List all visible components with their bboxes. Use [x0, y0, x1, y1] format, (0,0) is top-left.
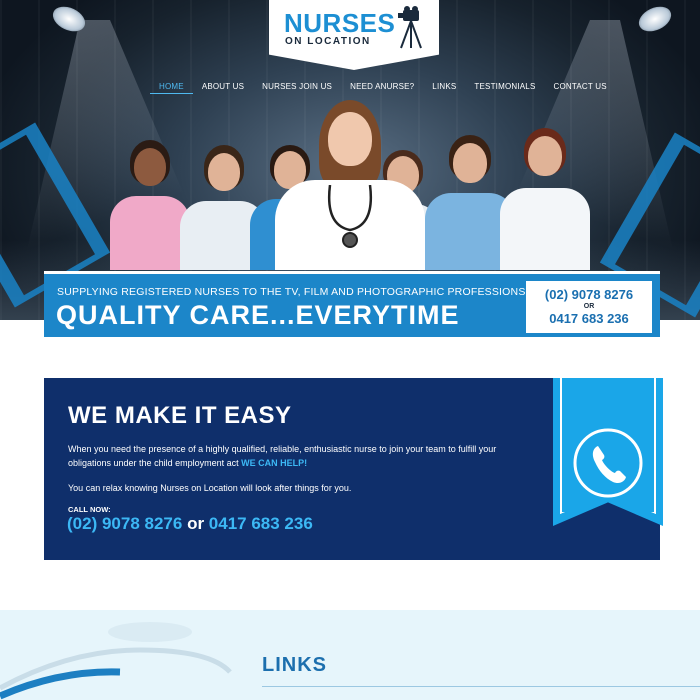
nav-testimonials[interactable]: TESTIMONIALS [465, 82, 544, 94]
call-phone-primary[interactable]: (02) 9078 8276 [67, 514, 182, 533]
call-numbers: (02) 9078 8276 or 0417 683 236 [67, 514, 313, 534]
camera-on-tripod-icon [398, 6, 422, 49]
call-or-label: or [187, 514, 205, 533]
tagline-subheading: SUPPLYING REGISTERED NURSES TO THE TV, F… [57, 286, 526, 298]
logo-title: NURSES [284, 8, 396, 38]
we-can-help-highlight: WE CAN HELP! [241, 458, 308, 468]
phone-number-primary[interactable]: (02) 9078 8276 [526, 287, 652, 302]
main-nav: HOME ABOUT US NURSES JOIN US NEED ANURSE… [150, 82, 616, 94]
tagline-heading: QUALITY CARE...EVERYTIME [56, 300, 460, 330]
we-make-it-easy-section: WE MAKE IT EASY When you need the presen… [44, 378, 663, 560]
nav-links[interactable]: LINKS [423, 82, 465, 94]
easy-heading: WE MAKE IT EASY [68, 402, 292, 429]
call-now-label: CALL NOW: [68, 505, 111, 514]
phone-icon [573, 428, 643, 498]
easy-intro-text: When you need the presence of a highly q… [68, 442, 538, 470]
phone-number-mobile[interactable]: 0417 683 236 [526, 311, 652, 326]
nav-contact-us[interactable]: CONTACT US [545, 82, 616, 94]
links-heading: LINKS [262, 654, 327, 676]
links-section: LINKS [0, 610, 700, 700]
logo-subtitle: ON LOCATION [285, 36, 371, 47]
nav-home[interactable]: HOME [150, 82, 193, 94]
nav-nurses-join-us[interactable]: NURSES JOIN US [253, 82, 341, 94]
nav-about-us[interactable]: ABOUT US [193, 82, 253, 94]
stethoscope-icon [327, 185, 373, 248]
phone-box: (02) 9078 8276 OR 0417 683 236 [526, 281, 652, 333]
tagline-bar: SUPPLYING REGISTERED NURSES TO THE TV, F… [44, 271, 660, 340]
links-divider [262, 686, 700, 687]
nav-need-a-nurse[interactable]: NEED ANURSE? [341, 82, 423, 94]
phone-or-label: OR [583, 303, 595, 310]
stethoscope-image [0, 622, 232, 700]
easy-relax-text: You can relax knowing Nurses on Location… [68, 483, 352, 493]
call-phone-mobile[interactable]: 0417 683 236 [209, 514, 313, 533]
